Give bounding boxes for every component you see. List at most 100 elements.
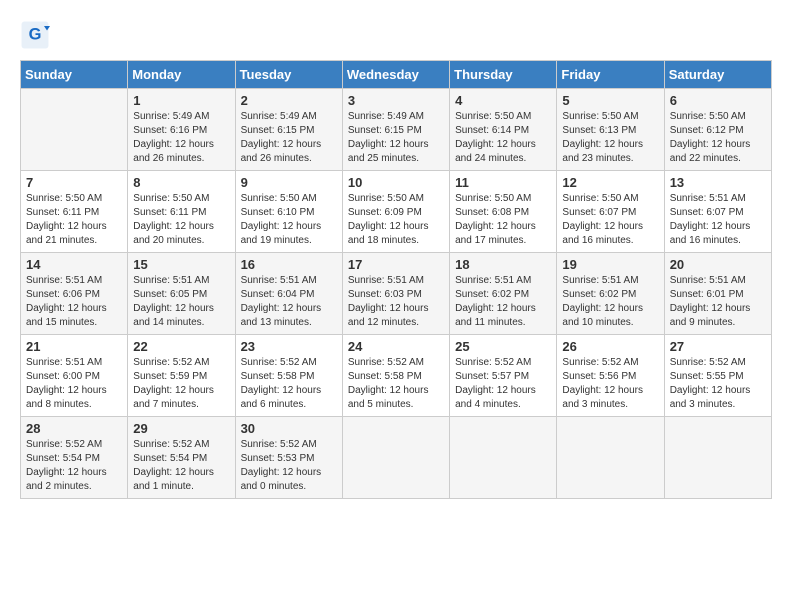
day-number: 27 — [670, 339, 766, 354]
cell-info: Sunrise: 5:51 AM Sunset: 6:04 PM Dayligh… — [241, 274, 337, 330]
cell-info: Sunrise: 5:50 AM Sunset: 6:14 PM Dayligh… — [455, 110, 551, 166]
calendar-cell: 17 Sunrise: 5:51 AM Sunset: 6:03 PM Dayli… — [342, 253, 449, 335]
day-number: 30 — [241, 421, 337, 436]
day-number: 26 — [562, 339, 658, 354]
calendar-cell: 11 Sunrise: 5:50 AM Sunset: 6:08 PM Dayli… — [450, 171, 557, 253]
day-number: 12 — [562, 175, 658, 190]
day-number: 28 — [26, 421, 122, 436]
calendar-cell — [557, 417, 664, 499]
day-number: 23 — [241, 339, 337, 354]
cell-info: Sunrise: 5:50 AM Sunset: 6:11 PM Dayligh… — [133, 192, 229, 248]
cell-info: Sunrise: 5:50 AM Sunset: 6:08 PM Dayligh… — [455, 192, 551, 248]
calendar-cell: 25 Sunrise: 5:52 AM Sunset: 5:57 PM Dayli… — [450, 335, 557, 417]
calendar-cell: 10 Sunrise: 5:50 AM Sunset: 6:09 PM Dayli… — [342, 171, 449, 253]
calendar-week-3: 14 Sunrise: 5:51 AM Sunset: 6:06 PM Dayli… — [21, 253, 772, 335]
cell-info: Sunrise: 5:52 AM Sunset: 5:53 PM Dayligh… — [241, 438, 337, 494]
calendar-cell: 29 Sunrise: 5:52 AM Sunset: 5:54 PM Dayli… — [128, 417, 235, 499]
cell-info: Sunrise: 5:50 AM Sunset: 6:13 PM Dayligh… — [562, 110, 658, 166]
day-number: 11 — [455, 175, 551, 190]
day-number: 5 — [562, 93, 658, 108]
calendar-cell: 19 Sunrise: 5:51 AM Sunset: 6:02 PM Dayli… — [557, 253, 664, 335]
logo: G — [20, 20, 54, 50]
cell-info: Sunrise: 5:51 AM Sunset: 6:02 PM Dayligh… — [562, 274, 658, 330]
day-number: 25 — [455, 339, 551, 354]
cell-info: Sunrise: 5:52 AM Sunset: 5:59 PM Dayligh… — [133, 356, 229, 412]
cell-info: Sunrise: 5:51 AM Sunset: 6:05 PM Dayligh… — [133, 274, 229, 330]
calendar-cell: 18 Sunrise: 5:51 AM Sunset: 6:02 PM Dayli… — [450, 253, 557, 335]
day-number: 3 — [348, 93, 444, 108]
day-number: 16 — [241, 257, 337, 272]
cell-info: Sunrise: 5:51 AM Sunset: 6:03 PM Dayligh… — [348, 274, 444, 330]
cell-info: Sunrise: 5:52 AM Sunset: 5:57 PM Dayligh… — [455, 356, 551, 412]
calendar-cell: 2Sunrise: 5:49 AM Sunset: 6:15 PM Daylig… — [235, 89, 342, 171]
cell-info: Sunrise: 5:52 AM Sunset: 5:54 PM Dayligh… — [133, 438, 229, 494]
calendar-cell: 9 Sunrise: 5:50 AM Sunset: 6:10 PM Daylig… — [235, 171, 342, 253]
calendar-week-1: 1Sunrise: 5:49 AM Sunset: 6:16 PM Daylig… — [21, 89, 772, 171]
cell-info: Sunrise: 5:50 AM Sunset: 6:07 PM Dayligh… — [562, 192, 658, 248]
day-number: 10 — [348, 175, 444, 190]
day-number: 8 — [133, 175, 229, 190]
calendar-cell: 12 Sunrise: 5:50 AM Sunset: 6:07 PM Dayli… — [557, 171, 664, 253]
cell-info: Sunrise: 5:51 AM Sunset: 6:00 PM Dayligh… — [26, 356, 122, 412]
calendar-cell: 8 Sunrise: 5:50 AM Sunset: 6:11 PM Daylig… — [128, 171, 235, 253]
weekday-header-sunday: Sunday — [21, 61, 128, 89]
calendar-cell: 3 Sunrise: 5:49 AM Sunset: 6:15 PM Daylig… — [342, 89, 449, 171]
weekday-header-friday: Friday — [557, 61, 664, 89]
calendar-body: 1Sunrise: 5:49 AM Sunset: 6:16 PM Daylig… — [21, 89, 772, 499]
day-number: 19 — [562, 257, 658, 272]
day-number: 18 — [455, 257, 551, 272]
weekday-header-thursday: Thursday — [450, 61, 557, 89]
weekday-header-tuesday: Tuesday — [235, 61, 342, 89]
svg-text:G: G — [29, 26, 42, 44]
calendar-table: SundayMondayTuesdayWednesdayThursdayFrid… — [20, 60, 772, 499]
calendar-cell: 5 Sunrise: 5:50 AM Sunset: 6:13 PM Daylig… — [557, 89, 664, 171]
cell-info: Sunrise: 5:51 AM Sunset: 6:06 PM Dayligh… — [26, 274, 122, 330]
calendar-week-5: 28 Sunrise: 5:52 AM Sunset: 5:54 PM Dayli… — [21, 417, 772, 499]
calendar-cell: 6Sunrise: 5:50 AM Sunset: 6:12 PM Daylig… — [664, 89, 771, 171]
day-number: 15 — [133, 257, 229, 272]
calendar-cell: 23 Sunrise: 5:52 AM Sunset: 5:58 PM Dayli… — [235, 335, 342, 417]
cell-info: Sunrise: 5:50 AM Sunset: 6:12 PM Dayligh… — [670, 110, 766, 166]
cell-info: Sunrise: 5:52 AM Sunset: 5:58 PM Dayligh… — [348, 356, 444, 412]
day-number: 20 — [670, 257, 766, 272]
logo-icon: G — [20, 20, 50, 50]
calendar-cell: 7 Sunrise: 5:50 AM Sunset: 6:11 PM Daylig… — [21, 171, 128, 253]
calendar-cell: 22Sunrise: 5:52 AM Sunset: 5:59 PM Dayli… — [128, 335, 235, 417]
calendar-cell: 14 Sunrise: 5:51 AM Sunset: 6:06 PM Dayli… — [21, 253, 128, 335]
day-number: 17 — [348, 257, 444, 272]
calendar-cell: 21 Sunrise: 5:51 AM Sunset: 6:00 PM Dayli… — [21, 335, 128, 417]
cell-info: Sunrise: 5:51 AM Sunset: 6:02 PM Dayligh… — [455, 274, 551, 330]
calendar-cell — [664, 417, 771, 499]
calendar-cell: 24Sunrise: 5:52 AM Sunset: 5:58 PM Dayli… — [342, 335, 449, 417]
calendar-cell — [21, 89, 128, 171]
cell-info: Sunrise: 5:51 AM Sunset: 6:07 PM Dayligh… — [670, 192, 766, 248]
cell-info: Sunrise: 5:51 AM Sunset: 6:01 PM Dayligh… — [670, 274, 766, 330]
calendar-cell: 4Sunrise: 5:50 AM Sunset: 6:14 PM Daylig… — [450, 89, 557, 171]
calendar-header-row: SundayMondayTuesdayWednesdayThursdayFrid… — [21, 61, 772, 89]
calendar-cell: 27 Sunrise: 5:52 AM Sunset: 5:55 PM Dayli… — [664, 335, 771, 417]
calendar-cell: 15 Sunrise: 5:51 AM Sunset: 6:05 PM Dayli… — [128, 253, 235, 335]
calendar-cell: 20 Sunrise: 5:51 AM Sunset: 6:01 PM Dayli… — [664, 253, 771, 335]
calendar-cell: 16 Sunrise: 5:51 AM Sunset: 6:04 PM Dayli… — [235, 253, 342, 335]
day-number: 1 — [133, 93, 229, 108]
calendar-cell: 28 Sunrise: 5:52 AM Sunset: 5:54 PM Dayli… — [21, 417, 128, 499]
weekday-header-monday: Monday — [128, 61, 235, 89]
calendar-cell — [450, 417, 557, 499]
calendar-week-2: 7 Sunrise: 5:50 AM Sunset: 6:11 PM Daylig… — [21, 171, 772, 253]
cell-info: Sunrise: 5:49 AM Sunset: 6:15 PM Dayligh… — [348, 110, 444, 166]
weekday-header-saturday: Saturday — [664, 61, 771, 89]
cell-info: Sunrise: 5:52 AM Sunset: 5:55 PM Dayligh… — [670, 356, 766, 412]
day-number: 14 — [26, 257, 122, 272]
cell-info: Sunrise: 5:52 AM Sunset: 5:58 PM Dayligh… — [241, 356, 337, 412]
day-number: 7 — [26, 175, 122, 190]
calendar-cell: 30 Sunrise: 5:52 AM Sunset: 5:53 PM Dayli… — [235, 417, 342, 499]
calendar-cell: 26Sunrise: 5:52 AM Sunset: 5:56 PM Dayli… — [557, 335, 664, 417]
day-number: 9 — [241, 175, 337, 190]
cell-info: Sunrise: 5:50 AM Sunset: 6:11 PM Dayligh… — [26, 192, 122, 248]
day-number: 21 — [26, 339, 122, 354]
cell-info: Sunrise: 5:50 AM Sunset: 6:10 PM Dayligh… — [241, 192, 337, 248]
cell-info: Sunrise: 5:52 AM Sunset: 5:54 PM Dayligh… — [26, 438, 122, 494]
cell-info: Sunrise: 5:50 AM Sunset: 6:09 PM Dayligh… — [348, 192, 444, 248]
day-number: 29 — [133, 421, 229, 436]
calendar-cell: 1Sunrise: 5:49 AM Sunset: 6:16 PM Daylig… — [128, 89, 235, 171]
